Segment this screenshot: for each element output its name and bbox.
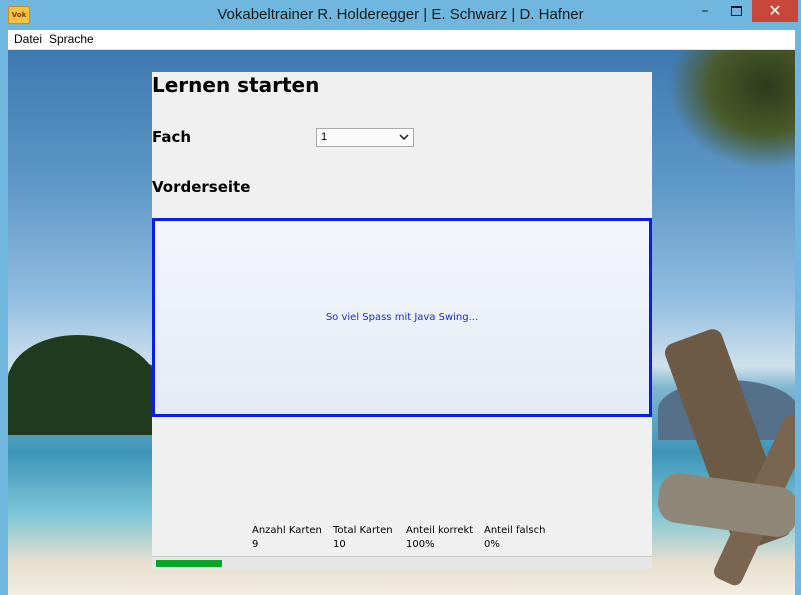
flashcard-text: So viel Spass mit Java Swing... (325, 312, 479, 323)
stat-value: 10 (333, 539, 346, 550)
window-frame-right (795, 30, 801, 595)
stat-anzahl-karten: Anzahl Karten 9 (252, 524, 322, 552)
fach-label: Fach (152, 128, 192, 146)
progress-bar (152, 556, 652, 569)
island-shape (8, 335, 158, 435)
maximize-icon (730, 6, 742, 16)
menu-datei[interactable]: Datei (14, 30, 42, 49)
fach-select[interactable]: 1 (316, 128, 414, 147)
menu-sprache[interactable]: Sprache (49, 30, 94, 49)
close-button[interactable]: ✕ (752, 0, 798, 22)
chevron-down-icon (399, 134, 409, 141)
maximize-button[interactable] (721, 0, 751, 22)
progress-bar-fill (156, 560, 222, 567)
stat-label: Anzahl Karten (252, 525, 322, 536)
flashcard-front[interactable]: So viel Spass mit Java Swing... (152, 218, 652, 417)
stat-anteil-korrekt: Anteil korrekt 100% (406, 524, 473, 552)
stat-label: Anteil korrekt (406, 525, 474, 536)
window-title: Vokabeltrainer R. Holderegger | E. Schwa… (217, 6, 584, 23)
window-frame-left (0, 30, 8, 595)
stat-value: 100% (406, 539, 435, 550)
menu-bar: Datei Sprache (8, 30, 795, 50)
minimize-button[interactable]: – (690, 0, 720, 22)
vorderseite-label: Vorderseite (152, 178, 251, 196)
stat-value: 0% (484, 539, 500, 550)
stat-value: 9 (252, 539, 259, 550)
title-bar: Vok Vokabeltrainer R. Holderegger | E. S… (0, 0, 801, 30)
stat-label: Anteil falsch (484, 525, 546, 536)
stat-total-karten: Total Karten 10 (333, 524, 393, 552)
page-title: Lernen starten (152, 73, 320, 97)
stat-label: Total Karten (333, 525, 393, 536)
learn-panel: Lernen starten Fach 1 Vorderseite So vie… (152, 72, 652, 569)
stat-anteil-falsch: Anteil falsch 0% (484, 524, 545, 552)
palm-leaves-shape (668, 50, 795, 170)
fach-select-value: 1 (321, 131, 328, 143)
